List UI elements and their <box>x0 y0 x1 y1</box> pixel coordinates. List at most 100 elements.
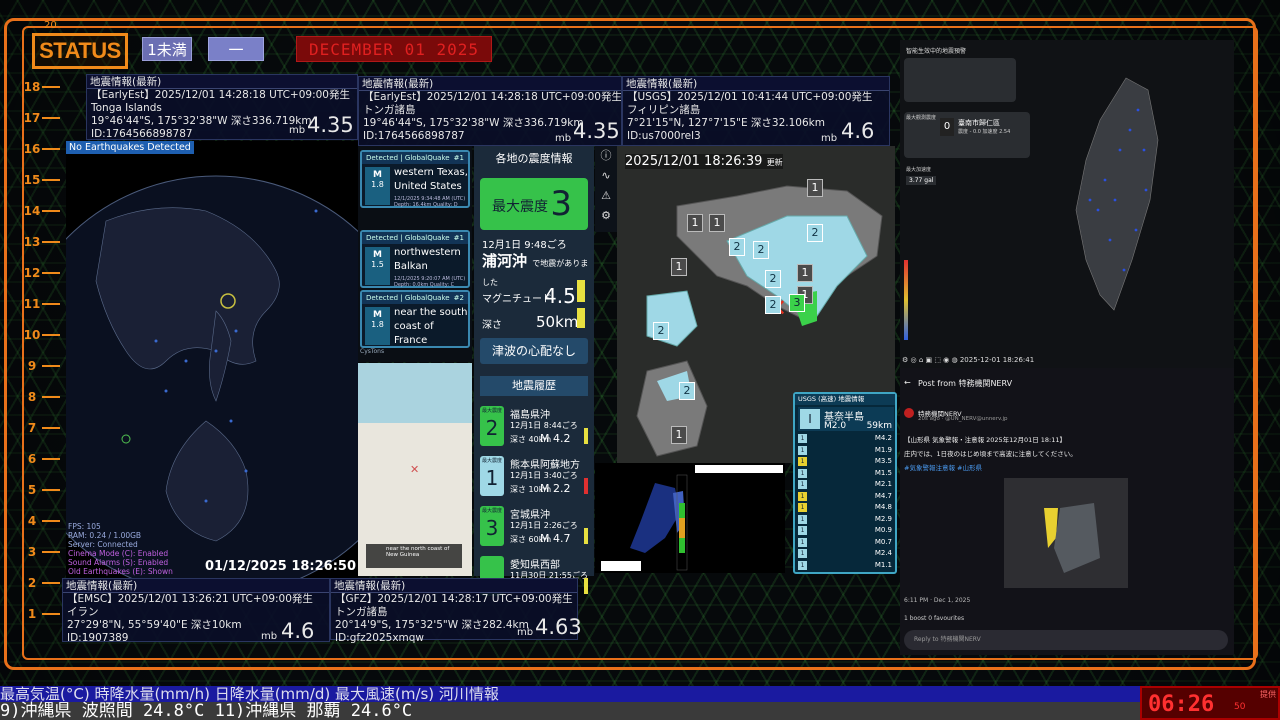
intensity-marker: 1 <box>709 214 725 232</box>
warning-icon[interactable]: ⚠ <box>595 186 617 206</box>
ruler-line <box>42 86 60 88</box>
list-item[interactable]: Detected | GlobalQuake #1 M 1.8 western Te… <box>360 150 470 208</box>
avatar[interactable] <box>904 408 914 418</box>
item-meta: 12/1/2025 9:34:48 AM (UTC) Depth: 16.4km … <box>394 196 465 208</box>
history-item[interactable]: 最大震度 2 福島県沖 12月1日 8:44ごろ 深さ 40km M 4.2 <box>480 404 588 450</box>
ruler-number: 11 <box>23 297 41 311</box>
card-header: 地震情報(最新) <box>87 75 357 89</box>
history-label: 最大震度 <box>481 458 502 464</box>
ruler-line <box>42 458 60 460</box>
magnitude: 4.63 <box>535 615 582 639</box>
mag-bar <box>577 280 585 302</box>
usgs-item[interactable]: 1 M4.7 <box>798 491 894 502</box>
quake-card-3: 地震情報(最新) 【USGS】2025/12/01 10:41:44 UTC+0… <box>622 76 890 146</box>
usgs-top-item[interactable]: I 基奈半島 M2.0 59km <box>798 407 894 431</box>
usgs-item-mag: M0.9 <box>874 526 892 534</box>
ruler-line <box>42 272 60 274</box>
usgs-item[interactable]: 1 M1.9 <box>798 445 894 456</box>
usgs-item[interactable]: 1 M4.2 <box>798 434 894 444</box>
epicenter-marker-icon: ✕ <box>410 463 420 476</box>
ruler-number: 17 <box>23 111 41 125</box>
history-shindo: 最大震度 3 <box>480 506 504 546</box>
nied-monitor[interactable] <box>595 463 785 573</box>
card-line: フィリピン諸島 <box>627 104 701 116</box>
usgs-item[interactable]: 1 M2.4 <box>798 549 894 559</box>
ruler-tick: 11 <box>22 297 66 311</box>
max-shindo-label: 最大震度 <box>492 199 548 215</box>
globe-panel[interactable]: No Earthquakes Detected FPS: 105 RAM: 0.2… <box>66 141 358 578</box>
debug-line: Cinema Mode (C): Enabled <box>68 549 169 558</box>
info-icon[interactable]: ⓘ <box>595 146 617 166</box>
ruler-tick: 15 <box>22 173 66 187</box>
post-title: Post from 特務機関NERV <box>918 379 1013 388</box>
ruler-line <box>42 117 60 119</box>
history-mag: M 4.2 <box>540 432 571 445</box>
ruler-tick: 16 <box>22 142 66 156</box>
debug-line: Sound Alarms (S): Enabled <box>68 558 169 567</box>
item-num: #1 <box>453 154 464 162</box>
usgs-item[interactable]: 1 M0.9 <box>798 526 894 536</box>
ruler-line <box>42 520 60 522</box>
history-label: 最大震度 <box>481 408 502 414</box>
card-line: イラン <box>67 606 99 618</box>
usgs-item[interactable]: 1 M1.5 <box>798 468 894 479</box>
history-date: 12月1日 2:26ごろ <box>510 521 578 530</box>
gear-icon[interactable]: ⚙ <box>595 206 617 226</box>
date-display: DECEMBER 01 2025 <box>296 36 492 62</box>
usgs-item[interactable]: 1 M2.9 <box>798 514 894 525</box>
history-shindo: 最大震度 2 <box>480 406 504 446</box>
digital-clock: 06:26 50 提供 <box>1140 686 1280 720</box>
history-shindo-value: 1 <box>485 466 499 490</box>
ruler-line <box>42 427 60 429</box>
usgs-item[interactable]: 1 M2.1 <box>798 480 894 490</box>
ruler-number: 12 <box>23 266 41 280</box>
shindo-panel: 各地の震度情報 最大震度 3 12月1日 9:48ごろ 浦河沖 で地震がありまし… <box>474 146 594 596</box>
post-tags[interactable]: #気象警報注意報 #山形県 <box>904 461 1077 475</box>
back-arrow-icon[interactable]: ← <box>904 378 911 387</box>
history-mark <box>584 478 588 494</box>
list-item[interactable]: Detected | GlobalQuake #2 M 1.8 near the s… <box>360 290 470 348</box>
usgs-item[interactable]: 1 M4.8 <box>798 503 894 513</box>
mag-value: 4.5 <box>544 284 576 308</box>
history-item[interactable]: 最大震度 1 熊本県阿蘇地方 12月1日 3:40ごろ 深さ 10km M 2.2 <box>480 454 588 500</box>
usgs-item[interactable]: 1 M3.5 <box>798 457 894 467</box>
card-line: 【USGS】2025/12/01 10:41:44 UTC+09:00発生 <box>627 91 873 103</box>
list-item[interactable]: Detected | GlobalQuake #1 M 1.5 northweste… <box>360 230 470 288</box>
card-header: 地震情報(最新) <box>331 579 577 593</box>
ruler-tick: 10 <box>22 328 66 342</box>
taiwan-eew-panel[interactable]: 智能生效中的地震預警 最大觀測震度 0 臺南市歸仁區 震度 - 0.0 加速度 … <box>900 40 1234 368</box>
wave-icon[interactable]: ∿ <box>595 166 617 186</box>
ruler-number: 6 <box>27 452 37 466</box>
post-image[interactable] <box>1004 478 1128 588</box>
reply-input[interactable]: Reply to 特務機関NERV <box>904 630 1228 650</box>
item-place: western Texas, United States <box>394 167 468 192</box>
mb-label: mb <box>517 627 534 638</box>
quake-card-2: 地震情報(最新) 【EarlyEst】2025/12/01 14:28:18 U… <box>358 76 622 146</box>
ruler-tick: 9 <box>22 359 66 373</box>
usgs-item-mag: M0.7 <box>874 537 892 546</box>
osm-map[interactable]: ✕ near the north coast of New Guinea <box>358 363 472 576</box>
mb-label: mb <box>289 125 306 136</box>
ruler-line <box>42 334 60 336</box>
card-header: 地震情報(最新) <box>623 77 889 91</box>
quake-card-1: 地震情報(最新) 【EarlyEst】2025/12/01 14:28:18 U… <box>86 74 358 140</box>
card-header: 地震情報(最新) <box>359 77 621 91</box>
history-item[interactable]: 最大震度 3 宮城県沖 12月1日 2:26ごろ 深さ 60km M 4.7 <box>480 504 588 550</box>
usgs-item[interactable]: 1 M0.7 <box>798 537 894 548</box>
nied-map <box>601 465 783 571</box>
usgs-item[interactable]: 1 M1.1 <box>798 560 894 571</box>
post-time: 6:11 PM · Dec 1, 2025 <box>904 597 971 604</box>
ruler-number: 14 <box>23 204 41 218</box>
item-meta: 12/1/2025 9:20:07 AM (UTC) Depth: 0.0km Q… <box>394 276 465 288</box>
usgs-item-mag: M1.5 <box>874 468 892 477</box>
clock-side: 提供 <box>1260 690 1276 699</box>
history-label: 最大震度 <box>481 508 502 514</box>
history-date: 12月1日 8:44ごろ <box>510 421 578 430</box>
history-date: 12月1日 3:40ごろ <box>510 471 578 480</box>
m-label: M <box>373 310 382 320</box>
magnitude-box: M 1.8 <box>365 167 390 205</box>
tw-controls[interactable]: ⚙ ◎ ⌂ ▣ ⬚ ◉ ◍ 2025-12-01 18:26:41 <box>902 356 1034 364</box>
ruler-line <box>42 489 60 491</box>
history-shindo: 最大震度 1 <box>480 456 504 496</box>
ruler-number: 4 <box>27 514 37 528</box>
